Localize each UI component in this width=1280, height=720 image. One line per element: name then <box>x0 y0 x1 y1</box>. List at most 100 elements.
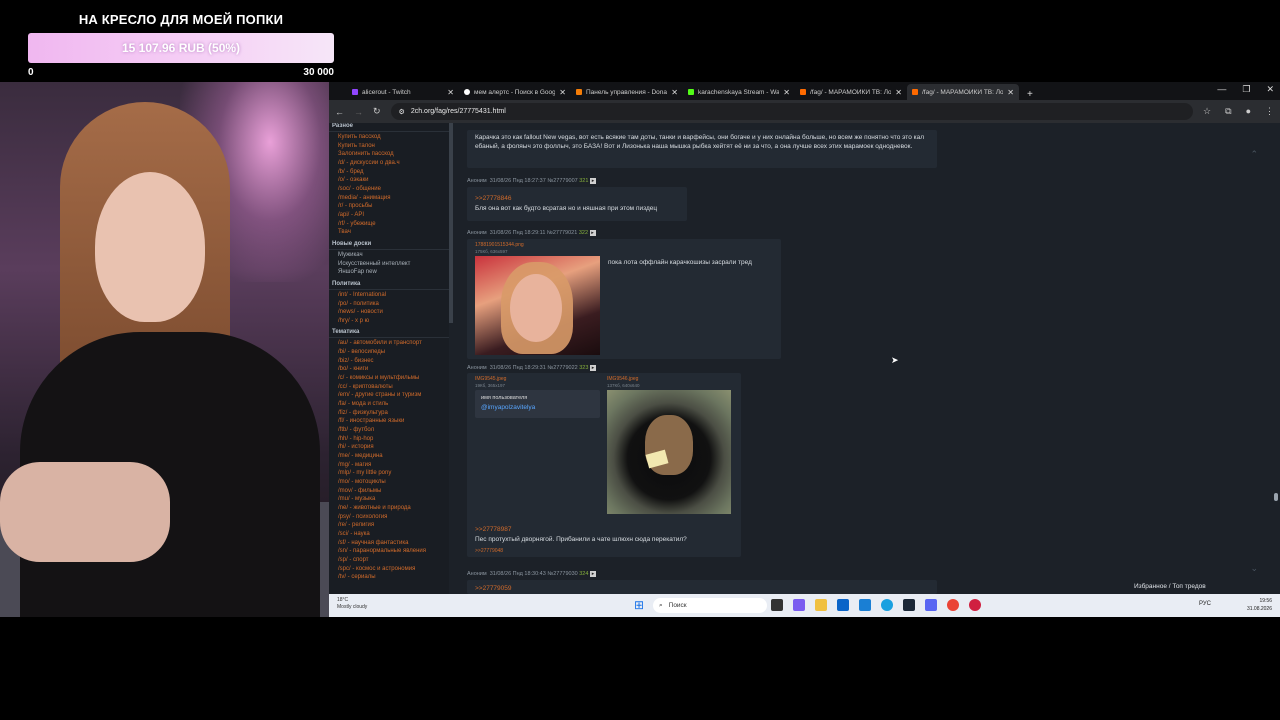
sidebar-board-link[interactable]: /hi/ - история <box>329 443 449 452</box>
post-menu-icon[interactable]: ▸ <box>589 571 596 577</box>
post-menu-icon[interactable]: ▸ <box>589 365 596 371</box>
bookmark-star-icon[interactable]: ☆ <box>1203 106 1211 117</box>
sidebar-board-link[interactable]: Купить талон <box>329 142 449 151</box>
reply-link[interactable]: >>27778987 <box>475 526 512 533</box>
sidebar-board-link[interactable]: /int/ - International <box>329 291 449 300</box>
scroll-up-icon[interactable]: ⌃ <box>1250 149 1258 160</box>
close-icon[interactable]: ✕ <box>671 88 678 97</box>
minimize-icon[interactable]: — <box>1217 84 1226 95</box>
site-info-icon[interactable]: ⚙ <box>399 108 405 116</box>
chrome-icon[interactable] <box>947 599 959 611</box>
sidebar-board-link[interactable]: Мужикач <box>329 251 449 260</box>
menu-icon[interactable]: ⋮ <box>1265 106 1274 117</box>
windows-start-icon[interactable]: ⊞ <box>634 598 644 612</box>
sidebar-board-link[interactable]: /mlp/ - my little pony <box>329 469 449 478</box>
app-icon[interactable] <box>969 599 981 611</box>
sidebar-board-link[interactable]: /mo/ - мотоциклы <box>329 478 449 487</box>
sidebar-board-link[interactable]: /fl/ - иностранные языки <box>329 417 449 426</box>
post-menu-icon[interactable]: ▸ <box>589 178 596 184</box>
page-scrollbar-thumb[interactable] <box>1274 493 1278 501</box>
sidebar-board-link[interactable]: /news/ - новости <box>329 308 449 317</box>
maximize-icon[interactable]: ❐ <box>1242 84 1250 95</box>
sidebar-board-link[interactable]: /mov/ - фильмы <box>329 487 449 496</box>
favorites-top-threads-link[interactable]: Избранное / Топ тредов <box>1134 583 1206 590</box>
sidebar-board-link[interactable]: /psy/ - психология <box>329 513 449 522</box>
file-explorer-icon[interactable] <box>815 599 827 611</box>
edge-icon[interactable] <box>881 599 893 611</box>
extensions-icon[interactable]: ⧉ <box>1225 106 1231 117</box>
sidebar-board-link[interactable]: Твач <box>329 228 449 237</box>
sidebar-board-link[interactable]: /sf/ - научная фантастика <box>329 539 449 548</box>
sidebar-board-link[interactable]: /biz/ - бизнес <box>329 357 449 366</box>
steam-icon[interactable] <box>903 599 915 611</box>
sidebar-board-link[interactable]: /api/ - API <box>329 211 449 220</box>
app-icon[interactable] <box>793 599 805 611</box>
discord-icon[interactable] <box>925 599 937 611</box>
system-clock[interactable]: 19:56 31.08.2026 <box>1247 597 1272 613</box>
sidebar-board-link[interactable]: /fiz/ - физкультура <box>329 409 449 418</box>
sidebar-board-link[interactable]: /media/ - анимация <box>329 194 449 203</box>
tab-kick[interactable]: karachenskaya Stream - Watch✕ <box>683 84 795 100</box>
close-icon[interactable]: ✕ <box>783 88 790 97</box>
tab-2ch-active[interactable]: /fag/ - МАРАМОЙКИ ТВ: Лоп ✕ <box>907 84 1019 100</box>
post-image-thumbnail[interactable] <box>475 256 600 355</box>
sidebar-board-link[interactable]: /au/ - автомобили и транспорт <box>329 339 449 348</box>
close-icon[interactable]: ✕ <box>1007 88 1014 97</box>
profile-icon[interactable]: ● <box>1246 106 1251 117</box>
taskbar-search[interactable]: ⌕ Поиск <box>653 598 767 613</box>
post-number-link[interactable]: №27779007 <box>547 178 577 184</box>
sidebar-board-link[interactable]: /r/ - просьбы <box>329 202 449 211</box>
sidebar-board-link[interactable]: /bi/ - велосипеды <box>329 348 449 357</box>
post-number-link[interactable]: №27779030 <box>547 571 577 577</box>
file-name-link[interactable]: 17881901515344.png <box>475 242 524 248</box>
sidebar-board-link[interactable]: /hh/ - hip-hop <box>329 435 449 444</box>
reload-icon[interactable]: ↻ <box>373 106 381 117</box>
sidebar-board-link[interactable]: /tv/ - сериалы <box>329 573 449 582</box>
file-name-link[interactable]: IMG9545.jpeg <box>475 376 506 382</box>
sidebar-board-link[interactable]: /d/ - дискуссии о два.ч <box>329 159 449 168</box>
backlink[interactable]: >>27779048 <box>475 548 503 554</box>
sidebar-board-link[interactable]: /b/ - бред <box>329 168 449 177</box>
sidebar-board-link[interactable]: /fa/ - мода и стиль <box>329 400 449 409</box>
tab-2ch-1[interactable]: /fag/ - МАРАМОЙКИ ТВ: Лоп ✕ <box>795 84 907 100</box>
post-number-link[interactable]: №27779021 <box>547 230 577 236</box>
scroll-down-icon[interactable]: ⌄ <box>1250 563 1258 574</box>
sidebar-board-link[interactable]: /bo/ - книги <box>329 365 449 374</box>
tab-donation[interactable]: Панель управления - Donatio ✕ <box>571 84 683 100</box>
sidebar-board-link[interactable]: /c/ - комиксы и мультфильмы <box>329 374 449 383</box>
tab-twitch[interactable]: alicerout - Twitch ✕ <box>347 84 459 100</box>
weather-widget[interactable]: 18°C Mostly cloudy <box>337 597 367 611</box>
sidebar-board-link[interactable]: /mu/ - музыка <box>329 495 449 504</box>
sidebar-board-link[interactable]: /me/ - медицина <box>329 452 449 461</box>
post-image-thumbnail[interactable]: имя пользователя @imyapolzavitelya <box>475 390 600 418</box>
sidebar-board-link[interactable]: /soc/ - общение <box>329 185 449 194</box>
file-name-link[interactable]: IMG9546.jpeg <box>607 376 638 382</box>
sidebar-board-link[interactable]: Искусственный интеллект <box>329 260 449 269</box>
sidebar-board-link[interactable]: Залогинить пасскод <box>329 150 449 159</box>
reply-link[interactable]: >>27778846 <box>475 195 512 202</box>
sidebar-board-link[interactable]: /sci/ - наука <box>329 530 449 539</box>
sidebar-scrollbar[interactable] <box>449 123 453 323</box>
back-icon[interactable]: ← <box>335 107 344 117</box>
sidebar-board-link[interactable]: /sn/ - паранормальные явления <box>329 547 449 556</box>
sidebar-board-link[interactable]: /rf/ - убежище <box>329 220 449 229</box>
sidebar-board-link[interactable]: /ne/ - животные и природа <box>329 504 449 513</box>
post-menu-icon[interactable]: ▸ <box>589 230 596 236</box>
sidebar-board-link[interactable]: /cc/ - криптовалюты <box>329 383 449 392</box>
sidebar-board-link[interactable]: /sp/ - спорт <box>329 556 449 565</box>
sidebar-board-link[interactable]: /re/ - религия <box>329 521 449 530</box>
sidebar-board-link[interactable]: /spc/ - космос и астрономия <box>329 565 449 574</box>
task-view-icon[interactable] <box>771 599 783 611</box>
new-tab-button[interactable]: + <box>1027 89 1033 100</box>
sidebar-board-link[interactable]: /po/ - политика <box>329 300 449 309</box>
sidebar-board-link[interactable]: /hry/ - х р ю <box>329 317 449 326</box>
forward-icon[interactable]: → <box>354 107 363 117</box>
url-field[interactable]: ⚙ 2ch.org/fag/res/27775431.html <box>390 103 1194 120</box>
sidebar-board-link[interactable]: ЯншоFap new <box>329 268 449 277</box>
sidebar-board-link[interactable]: /o/ - оэкаки <box>329 176 449 185</box>
tab-google[interactable]: мем алертс - Поиск в Google ✕ <box>459 84 571 100</box>
post-number-link[interactable]: №27779022 <box>547 365 577 371</box>
close-icon[interactable]: ✕ <box>895 88 902 97</box>
close-window-icon[interactable]: ✕ <box>1266 84 1274 95</box>
language-indicator[interactable]: РУС <box>1199 601 1211 607</box>
